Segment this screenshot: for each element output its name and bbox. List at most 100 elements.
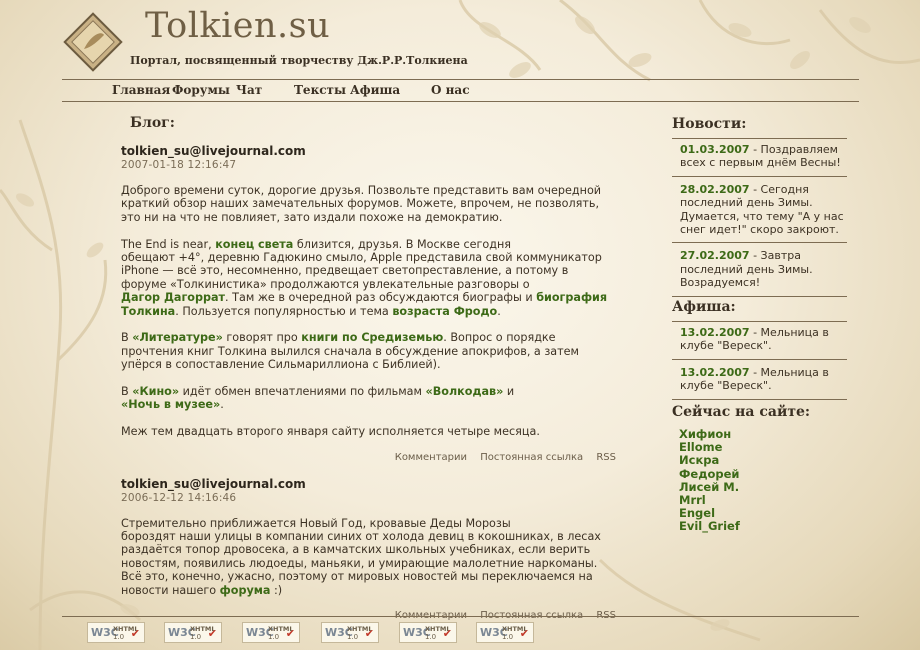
post-text: бороздят наши улицы в компании синих от … [121, 530, 601, 544]
news-date[interactable]: 28.02.2007 [680, 183, 750, 196]
w3c-xhtml-badge[interactable]: W3C XHTML 1.0 ✔ [321, 622, 379, 643]
w3c-xhtml-badge[interactable]: W3C XHTML 1.0 ✔ [399, 622, 457, 643]
online-user[interactable]: Искра [679, 454, 847, 467]
news-text: снег идет!" скоро закроют. [680, 223, 839, 237]
sidebar-rule [672, 398, 847, 400]
post-text: это ни на что не повлияет, зато издали п… [121, 210, 503, 224]
post-text: раздаётся топор дровосека, а в камчатски… [121, 543, 591, 557]
version-text: 1.0 [347, 633, 359, 641]
post-author[interactable]: tolkien_su@livejournal.com [121, 144, 616, 158]
checkmark-icon: ✔ [207, 627, 217, 640]
news-text: Думается, что тему "А у нас [680, 209, 844, 223]
site-title[interactable]: Tolkien.su [145, 6, 330, 46]
checkmark-icon: ✔ [130, 627, 140, 640]
post-body: Стремительно приближается Новый Год, кро… [121, 517, 616, 597]
link-forum[interactable]: форума [220, 584, 271, 597]
post-text: . Вопрос о порядке [443, 331, 556, 345]
post-text: говорят про [222, 331, 302, 345]
nav-home[interactable]: Главная [112, 83, 170, 97]
news-text: - Сегодня [749, 182, 809, 196]
afisha-date[interactable]: 13.02.2007 [680, 366, 750, 379]
link-literature[interactable]: «Литературе» [132, 331, 223, 344]
afisha-section: Афиша: 13.02.2007 - Мельница в клубе "Ве… [672, 299, 847, 400]
rss-link[interactable]: RSS [596, 452, 616, 463]
link-middle-earth-books[interactable]: книги по Средиземью [301, 331, 443, 344]
post-date: 2007-01-18 12:16:47 [121, 159, 237, 171]
site-logo-icon[interactable] [62, 11, 124, 73]
w3c-xhtml-badge[interactable]: W3C XHTML 1.0 ✔ [164, 622, 222, 643]
link-cinema[interactable]: «Кино» [132, 385, 179, 398]
news-text: - Поздравляем [749, 143, 838, 156]
post-text: . Там же в очередной раз обсуждаются био… [225, 291, 537, 305]
nav-top-rule [62, 79, 859, 80]
nav-chat[interactable]: Чат [236, 83, 262, 97]
link-end-of-world[interactable]: конец света [215, 238, 293, 251]
checkmark-icon: ✔ [364, 627, 374, 640]
post-text: близится, друзья. В Москве сегодня [293, 237, 511, 251]
link-frodo-age[interactable]: возраста Фродо [392, 305, 497, 318]
nav-forums[interactable]: Форумы [172, 83, 230, 97]
w3c-xhtml-badge[interactable]: W3C XHTML 1.0 ✔ [242, 622, 300, 643]
link-volkodav[interactable]: «Волкодав» [426, 385, 504, 398]
news-item: 27.02.2007 - Завтра последний день Зимы.… [680, 249, 847, 289]
afisha-text: - Мельница в [749, 365, 829, 379]
link-tolkien[interactable]: Толкина [121, 305, 175, 318]
news-text: всех с первым днём Весны! [680, 156, 841, 170]
sidebar-rule [672, 321, 847, 322]
version-text: 1.0 [425, 633, 437, 641]
post-text: :) [270, 583, 283, 597]
checkmark-icon: ✔ [442, 627, 452, 640]
checkmark-icon: ✔ [285, 627, 295, 640]
post-paragraph: The End is near, конец света близится, д… [121, 238, 616, 318]
post-text: прочтения книг Толкина вылился сначала в… [121, 344, 579, 358]
news-heading: Новости: [672, 116, 747, 132]
online-section: Сейчас на сайте: Хифион Ellome Искра Фед… [672, 404, 847, 534]
afisha-heading: Афиша: [672, 299, 736, 315]
nav-bottom-rule [62, 101, 859, 102]
w3c-xhtml-badge[interactable]: W3C XHTML 1.0 ✔ [87, 622, 145, 643]
post-text: The End is near, [121, 237, 216, 251]
blog-heading: Блог: [130, 115, 175, 131]
afisha-date[interactable]: 13.02.2007 [680, 326, 750, 339]
version-text: 1.0 [113, 633, 125, 641]
permalink-link[interactable]: Постоянная ссылка [480, 452, 583, 463]
news-date[interactable]: 01.03.2007 [680, 143, 750, 156]
news-text: последний день Зимы. [680, 196, 813, 210]
news-text: - Завтра [749, 249, 801, 263]
nav-afisha[interactable]: Афиша [350, 83, 400, 97]
site-subtitle: Портал, посвященный творчеству Дж.Р.Р.То… [130, 54, 468, 67]
checkmark-icon: ✔ [519, 627, 529, 640]
afisha-item: 13.02.2007 - Мельница в клубе "Вереск". [680, 326, 847, 353]
link-night-at-museum[interactable]: «Ночь в музее» [121, 398, 220, 411]
post-text: идёт обмен впечатлениями по фильмам [179, 385, 426, 399]
post-author[interactable]: tolkien_su@livejournal.com [121, 477, 616, 491]
post-text: новости нашего [121, 583, 220, 597]
footer-rule [62, 616, 859, 617]
afisha-text: клубе "Вереск". [680, 379, 772, 393]
news-date[interactable]: 27.02.2007 [680, 249, 750, 262]
link-dagor-dagorath[interactable]: Дагор Дагоррат [121, 291, 225, 304]
post-text: Всё это, конечно, ужасно, поэтому от мир… [121, 570, 593, 584]
link-biography[interactable]: биография [536, 291, 607, 304]
post-text: упёрся в сопоставление Сильмариллиона с … [121, 358, 441, 372]
post-text: и [503, 385, 515, 399]
nav-about[interactable]: О нас [431, 83, 470, 97]
sidebar-rule [672, 175, 847, 177]
news-text: Возрадуемся! [680, 276, 761, 290]
news-section: Новости: 01.03.2007 - Поздравляем всех с… [672, 116, 847, 297]
online-user[interactable]: Федорей [679, 467, 847, 481]
news-item: 01.03.2007 - Поздравляем всех с первым д… [680, 143, 847, 170]
post-text: iPhone — всё это, несомненно, предвещает… [121, 264, 569, 278]
post-text: Доброго времени суток, дорогие друзья. П… [121, 184, 602, 197]
afisha-text: - Мельница в [749, 326, 829, 339]
comments-link[interactable]: Комментарии [395, 452, 467, 463]
post-paragraph: В «Литературе» говорят про книги по Сред… [121, 331, 616, 371]
afisha-item: 13.02.2007 - Мельница в клубе "Вереск". [680, 366, 847, 393]
online-user[interactable]: Evil_Grief [679, 520, 847, 533]
w3c-xhtml-badge[interactable]: W3C XHTML 1.0 ✔ [476, 622, 534, 643]
post-body: Доброго времени суток, дорогие друзья. П… [121, 184, 616, 439]
nav-texts[interactable]: Тексты [294, 83, 346, 97]
post-text: В [121, 331, 133, 345]
post-date: 2006-12-12 14:16:46 [121, 491, 237, 504]
post-text: новостям, появились людоеды, маньяки, и … [121, 556, 598, 570]
